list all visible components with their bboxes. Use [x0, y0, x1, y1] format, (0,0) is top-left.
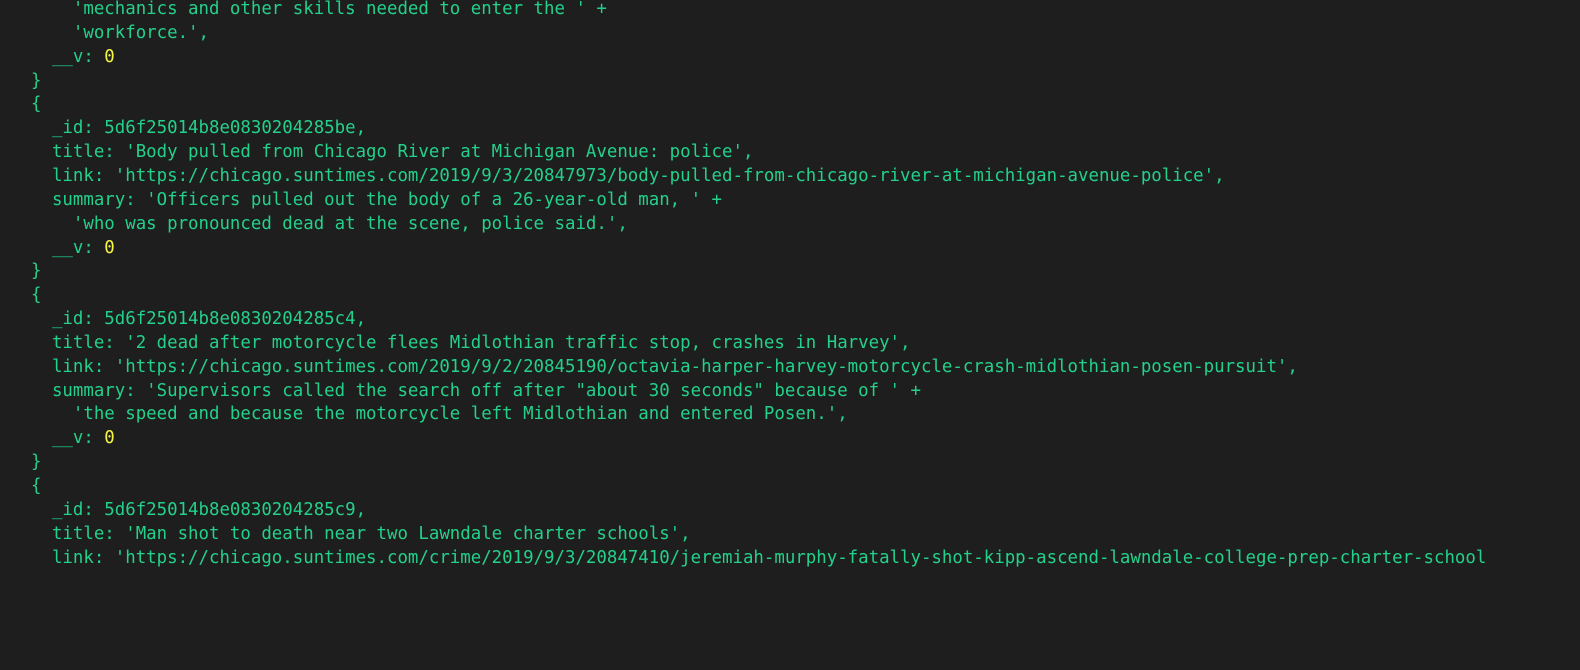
line-text: 'the speed and because the motorcycle le… [31, 404, 848, 424]
line-text: __v: [31, 47, 105, 67]
terminal-line: 'mechanics and other skills needed to en… [31, 0, 607, 21]
terminal-line: } [31, 450, 41, 474]
line-text: title: 'Body pulled from Chicago River a… [31, 142, 754, 162]
terminal-line: link: 'https://chicago.suntimes.com/crim… [31, 546, 1486, 570]
terminal-line: } [31, 259, 41, 283]
version-number: 0 [104, 238, 115, 258]
terminal-line: _id: 5d6f25014b8e0830204285c9, [31, 498, 366, 522]
line-text: link: 'https://chicago.suntimes.com/2019… [31, 166, 1225, 186]
terminal-line: { [31, 283, 41, 307]
terminal-line: 'workforce.', [31, 21, 209, 45]
line-text: __v: [31, 238, 105, 258]
terminal-line: __v: 0 [31, 236, 115, 260]
line-text: { [31, 94, 42, 114]
terminal-line: summary: 'Officers pulled out the body o… [31, 188, 722, 212]
line-text: _id: 5d6f25014b8e0830204285c4, [31, 309, 367, 329]
terminal-line: link: 'https://chicago.suntimes.com/2019… [31, 164, 1225, 188]
terminal-line: title: 'Body pulled from Chicago River a… [31, 140, 754, 164]
line-text: } [31, 71, 42, 91]
line-text: { [31, 285, 42, 305]
line-text: 'mechanics and other skills needed to en… [31, 0, 607, 19]
line-text: _id: 5d6f25014b8e0830204285be, [31, 118, 367, 138]
line-text: link: 'https://chicago.suntimes.com/crim… [31, 548, 1487, 568]
terminal-line: } [31, 69, 41, 93]
line-text: __v: [31, 428, 105, 448]
terminal-line: 'who was pronounced dead at the scene, p… [31, 212, 628, 236]
terminal-line: _id: 5d6f25014b8e0830204285c4, [31, 307, 366, 331]
terminal-line: 'the speed and because the motorcycle le… [31, 402, 848, 426]
line-text: 'workforce.', [31, 23, 209, 43]
terminal-line: link: 'https://chicago.suntimes.com/2019… [31, 355, 1298, 379]
line-text: summary: 'Supervisors called the search … [31, 381, 921, 401]
line-text: { [31, 476, 42, 496]
line-text: _id: 5d6f25014b8e0830204285c9, [31, 500, 367, 520]
line-text: summary: 'Officers pulled out the body o… [31, 190, 723, 210]
terminal-line: title: '2 dead after motorcycle flees Mi… [31, 331, 911, 355]
line-text: } [31, 261, 42, 281]
line-text: } [31, 452, 42, 472]
terminal-line: __v: 0 [31, 426, 115, 450]
line-text: title: 'Man shot to death near two Lawnd… [31, 524, 691, 544]
version-number: 0 [104, 47, 115, 67]
line-text: link: 'https://chicago.suntimes.com/2019… [31, 357, 1298, 377]
terminal-line: { [31, 474, 41, 498]
version-number: 0 [104, 428, 115, 448]
terminal-line: summary: 'Supervisors called the search … [31, 379, 921, 403]
terminal-line: { [31, 92, 41, 116]
terminal-line: __v: 0 [31, 45, 115, 69]
line-text: title: '2 dead after motorcycle flees Mi… [31, 333, 911, 353]
line-text: 'who was pronounced dead at the scene, p… [31, 214, 628, 234]
terminal-line: _id: 5d6f25014b8e0830204285be, [31, 116, 366, 140]
terminal-line: title: 'Man shot to death near two Lawnd… [31, 522, 691, 546]
terminal-output[interactable]: 'mechanics and other skills needed to en… [0, 0, 1580, 670]
